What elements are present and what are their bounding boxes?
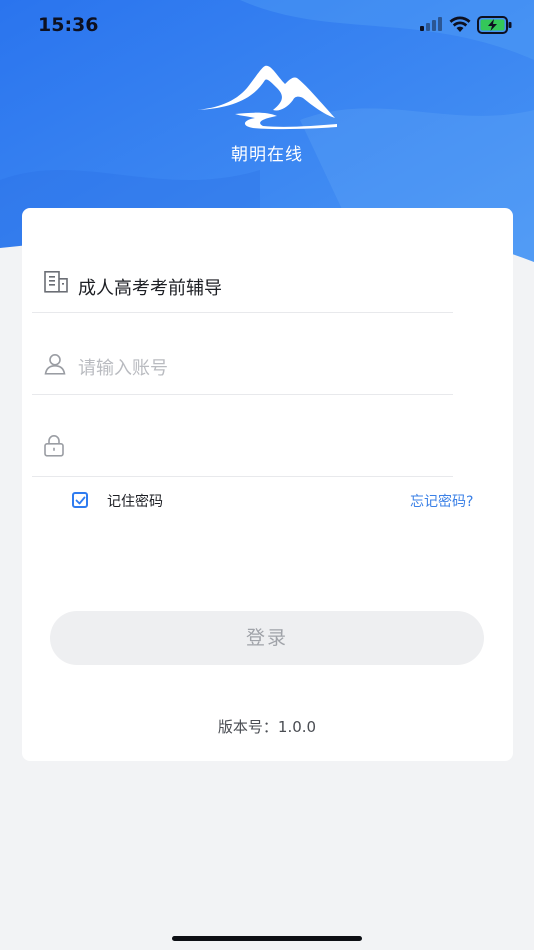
remember-password-checkbox[interactable] [72, 492, 88, 508]
status-bar: 15:36 [0, 0, 534, 50]
building-icon [44, 271, 68, 293]
mountain-logo-icon [197, 65, 337, 130]
user-icon [44, 354, 66, 375]
wifi-icon [449, 16, 471, 32]
cellular-signal-icon [420, 17, 442, 31]
remember-password-label: 记住密码 [107, 494, 163, 510]
lock-icon [44, 435, 64, 457]
status-time: 15:36 [38, 14, 99, 36]
organization-selector[interactable]: 成人高考考前辅导 [32, 230, 453, 313]
login-screen: 15:36 朝明在线 成人高考考前辅导 请输入账号 记住密码 忘记密码? 登录 … [0, 0, 534, 950]
home-indicator[interactable] [172, 936, 362, 941]
version-label: 版本号： [217, 718, 278, 736]
forgot-password-link[interactable]: 忘记密码? [410, 491, 473, 511]
checkmark-icon [75, 496, 86, 505]
account-input[interactable] [76, 352, 440, 384]
app-name: 朝明在线 [231, 145, 303, 165]
password-row [32, 394, 453, 477]
login-button[interactable]: 登录 [50, 611, 484, 665]
battery-charging-icon [477, 16, 512, 34]
account-row [32, 312, 453, 395]
password-input[interactable] [76, 434, 440, 466]
version-number: 1.0.0 [277, 718, 317, 736]
organization-label: 成人高考考前辅导 [78, 278, 222, 299]
version-info: 版本号：1.0.0 [0, 716, 534, 737]
